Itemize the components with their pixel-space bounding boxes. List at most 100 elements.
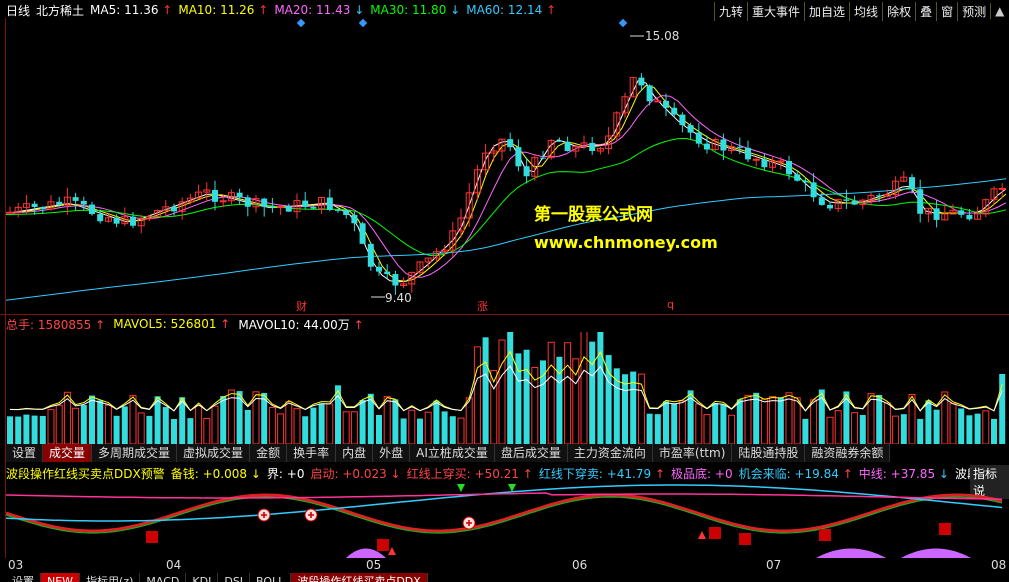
candle-body xyxy=(564,141,571,152)
volume-bar xyxy=(236,391,243,444)
date-axis: 03 04 05 06 07 08 xyxy=(6,558,1009,572)
volume-bar xyxy=(785,392,793,444)
candle-body xyxy=(89,204,95,215)
tab-virtual-volume[interactable]: 虚拟成交量 xyxy=(177,444,251,462)
candle-body xyxy=(507,139,514,148)
volume-bar xyxy=(826,416,834,444)
volume-bar xyxy=(851,412,859,444)
volume-bar xyxy=(646,413,653,444)
event-diamond-icon xyxy=(358,18,368,28)
tab-volume[interactable]: 成交量 xyxy=(43,444,93,462)
event-marker-cai[interactable]: 财 xyxy=(296,298,307,314)
candle-body xyxy=(843,199,850,201)
ma20-legend: MA20: 11.43 ↓ xyxy=(274,3,365,17)
volume-bar xyxy=(769,395,777,444)
volume-bar xyxy=(137,412,145,444)
date-label: 05 xyxy=(366,558,382,572)
volume-bar xyxy=(925,400,932,444)
bottom-tab-new[interactable]: NEW xyxy=(41,573,81,582)
tab-outer-volume[interactable]: 外盘 xyxy=(373,444,411,462)
candle-body xyxy=(269,206,276,208)
bottom-tab-indicator[interactable]: 指标用(z) xyxy=(80,573,141,582)
bottom-tab-dsi[interactable]: DSI xyxy=(218,573,251,582)
indicator-title[interactable]: 波段操作红线买卖点DDX预警 xyxy=(6,465,165,482)
buy-signal-icon xyxy=(739,533,751,545)
bottom-tab-macd[interactable]: MACD xyxy=(140,573,187,582)
stock-name: 北方稀土 xyxy=(36,3,85,18)
volume-bar xyxy=(146,415,153,444)
candle-body xyxy=(998,187,1006,190)
mavol5-legend: MAVOL5: 526801 ↑ xyxy=(113,317,231,331)
candle-body xyxy=(376,266,382,272)
bottom-signal-area xyxy=(816,548,886,558)
bottom-tab-settings[interactable]: 设置 xyxy=(6,573,41,582)
tab-pe-ttm[interactable]: 市盈率(ttm) xyxy=(653,444,733,462)
volume-bar xyxy=(810,399,818,444)
tab-after-hours-volume[interactable]: 盘后成交量 xyxy=(495,444,568,462)
volume-bar xyxy=(15,416,22,444)
candle-body xyxy=(810,182,817,198)
high-price-label: 15.08 xyxy=(645,29,680,43)
tab-turnover[interactable]: 换手率 xyxy=(287,444,337,462)
event-marker-zhang[interactable]: 涨 xyxy=(477,298,488,314)
volume-bar xyxy=(417,418,423,444)
bottom-tab-band-ddx[interactable]: 波段操作红线买卖点DDX xyxy=(291,573,428,582)
date-label: 07 xyxy=(766,558,782,572)
volume-bar xyxy=(342,411,350,444)
tab-main-fund-flow[interactable]: 主力资金流向 xyxy=(568,444,653,462)
candle-body xyxy=(261,198,268,207)
tab-amount[interactable]: 金额 xyxy=(250,444,288,462)
candle-body xyxy=(171,206,177,212)
volume-bar xyxy=(211,405,219,444)
indicator-chart[interactable] xyxy=(6,481,1009,558)
indicator-chart-svg xyxy=(6,484,1003,558)
volume-bar xyxy=(966,415,973,444)
indicator-item-red-up: 红线上穿买: +50.21 ↑ xyxy=(406,466,533,481)
candle-body xyxy=(646,85,653,102)
volume-chart[interactable] xyxy=(6,332,1009,444)
tab-multi-period-volume[interactable]: 多周期成交量 xyxy=(92,444,178,462)
collapse-icon[interactable]: ▲ xyxy=(990,3,1008,19)
volume-bar xyxy=(958,408,965,444)
candle-body xyxy=(966,214,973,220)
volume-bar xyxy=(622,374,628,444)
candle-body xyxy=(958,210,965,215)
candle-body xyxy=(851,200,858,205)
volume-bar xyxy=(457,417,465,444)
tab-margin-balance[interactable]: 融资融券余额 xyxy=(805,444,891,462)
volume-bar xyxy=(326,403,334,444)
date-label: 08 xyxy=(991,558,1007,572)
volume-bar xyxy=(703,414,711,444)
candle-body xyxy=(113,217,120,224)
period-label[interactable]: 日线 xyxy=(6,2,30,19)
candle-body xyxy=(31,203,38,207)
ma20-line xyxy=(6,95,1007,278)
candle-body xyxy=(802,180,809,183)
volume-bar xyxy=(883,402,891,444)
tab-settings[interactable]: 设置 xyxy=(6,444,44,462)
sell-arrow-icon xyxy=(457,484,465,492)
candle-body xyxy=(367,243,374,267)
bottom-signal-area xyxy=(901,548,971,558)
tab-northbound-holdings[interactable]: 陆股通持股 xyxy=(732,444,806,462)
candle-body xyxy=(909,177,915,190)
price-chart[interactable] xyxy=(6,18,1009,314)
bottom-tab-kdj[interactable]: KDJ xyxy=(186,573,219,582)
divider xyxy=(0,314,1009,315)
volume-bar xyxy=(473,346,481,444)
tab-ai-volume[interactable]: AI立桩成交量 xyxy=(410,444,495,462)
ma60-legend: MA60: 12.14 ↑ xyxy=(466,3,557,17)
volume-bar xyxy=(47,409,55,444)
volume-bar xyxy=(187,418,194,444)
buy-arrow-icon xyxy=(388,547,396,555)
tab-inner-volume[interactable]: 内盘 xyxy=(336,444,374,462)
volume-bar xyxy=(744,394,752,444)
volume-bar xyxy=(285,401,293,444)
volume-bar xyxy=(318,403,325,444)
volume-bar xyxy=(162,407,169,444)
volume-bar xyxy=(293,408,301,444)
bottom-tab-boll[interactable]: BOLL xyxy=(250,573,292,582)
candle-body xyxy=(236,192,243,198)
event-diamond-icon xyxy=(296,18,306,28)
event-marker-q[interactable]: q xyxy=(667,298,674,311)
